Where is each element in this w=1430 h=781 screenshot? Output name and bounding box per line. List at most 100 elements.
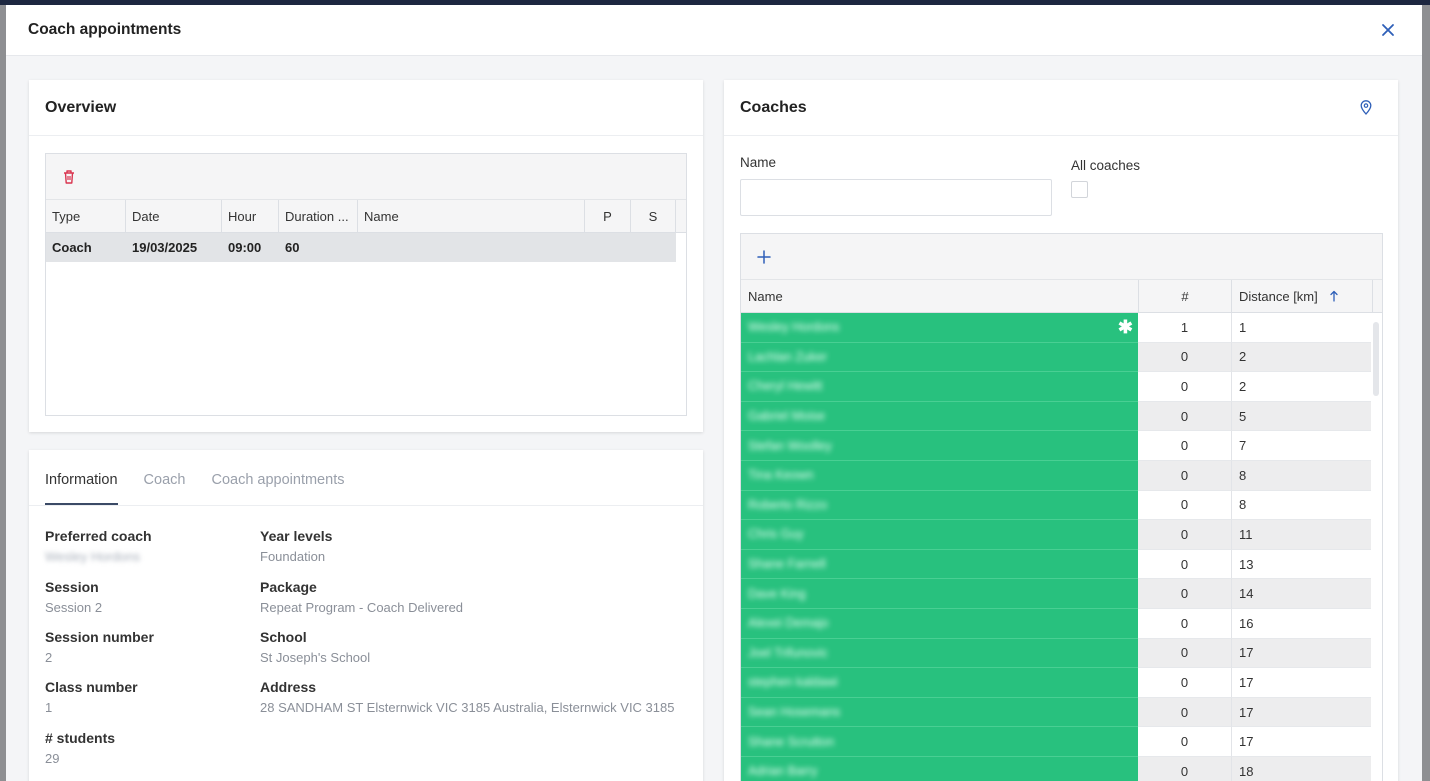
field-value: Session 2 xyxy=(45,600,103,615)
field-value: Repeat Program - Coach Delivered xyxy=(260,600,464,615)
tab-coach-appointments[interactable]: Coach appointments xyxy=(211,472,344,505)
close-icon[interactable] xyxy=(1376,18,1400,42)
table-row[interactable]: Gabriel Moise 0 5 xyxy=(741,401,1382,432)
cell-distance: 2 xyxy=(1232,342,1371,373)
column-header-distance[interactable]: Distance [km] xyxy=(1232,280,1373,312)
cell-coach-name: Adrian Barry xyxy=(741,756,1138,781)
overview-grid: Type Date Hour Duration ... Name P S Coa… xyxy=(45,153,687,416)
table-row[interactable]: Alexei Demajo 0 16 xyxy=(741,608,1382,639)
table-row[interactable]: Wesley Hordons ✱ 1 1 xyxy=(741,313,1382,343)
trash-icon[interactable] xyxy=(62,169,76,185)
field-preferred-coach: Preferred coach Wesley Hordons xyxy=(45,528,152,564)
cell-distance: 17 xyxy=(1232,697,1371,728)
column-header-name[interactable]: Name xyxy=(358,200,585,232)
coach-name: Adrian Barry xyxy=(748,764,818,779)
star-icon: ✱ xyxy=(1117,317,1133,337)
all-coaches-checkbox[interactable] xyxy=(1071,181,1088,198)
overview-toolbar xyxy=(46,154,686,200)
table-row[interactable]: Roberto Rizzo 0 8 xyxy=(741,490,1382,521)
field-session: Session Session 2 xyxy=(45,579,102,615)
cell-coach-name: Sean Hosemans xyxy=(741,697,1138,728)
sort-ascending-icon[interactable] xyxy=(1330,290,1338,302)
cell-distance: 16 xyxy=(1232,609,1371,639)
scrollbar-thumb[interactable] xyxy=(1373,322,1379,396)
cell-coach-name: Stefan Woolley xyxy=(741,431,1138,461)
field-label: Session number xyxy=(45,629,154,645)
table-row[interactable]: Shane Farnell 0 13 xyxy=(741,549,1382,580)
cell-count: 0 xyxy=(1138,608,1232,639)
cell-hour: 09:00 xyxy=(228,240,262,255)
cell-count: 0 xyxy=(1138,460,1232,491)
field-year-levels: Year levels Foundation xyxy=(260,528,332,564)
table-row[interactable]: Sean Hosemans 0 17 xyxy=(741,697,1382,728)
field-label: # students xyxy=(45,730,116,746)
table-row[interactable]: stephen kaldawi 0 17 xyxy=(741,668,1382,698)
column-header-p[interactable]: P xyxy=(585,200,631,232)
cell-distance: 14 xyxy=(1232,579,1371,609)
cell-count: 0 xyxy=(1138,549,1232,580)
cell-date: 19/03/2025 xyxy=(132,240,198,255)
column-header-duration[interactable]: Duration ... xyxy=(279,200,358,232)
name-filter-input[interactable] xyxy=(740,179,1052,216)
cell-count: 0 xyxy=(1138,342,1232,373)
table-row[interactable]: Stefan Woolley 0 7 xyxy=(741,431,1382,461)
tab-information[interactable]: Information xyxy=(45,472,118,505)
column-header-type[interactable]: Type xyxy=(46,200,126,232)
column-header-name[interactable]: Name xyxy=(741,280,1139,312)
coach-name: Wesley Hordons xyxy=(748,320,840,335)
cell-count: 0 xyxy=(1138,431,1232,461)
table-row[interactable]: Cheryl Hewitt 0 2 xyxy=(741,372,1382,402)
cell-coach-name: Shane Farnell xyxy=(741,549,1138,580)
column-header-hour[interactable]: Hour xyxy=(222,200,279,232)
coaches-rows: Wesley Hordons ✱ 1 1 Lachlan Zuker 0 2 Cheryl H… xyxy=(741,313,1382,781)
cell-count: 0 xyxy=(1138,727,1232,757)
cell-distance: 13 xyxy=(1232,550,1371,580)
table-row[interactable]: Adrian Barry 0 18 xyxy=(741,756,1382,781)
cell-coach-name: Roberto Rizzo xyxy=(741,490,1138,521)
cell-distance: 18 xyxy=(1232,756,1371,781)
cell-count: 0 xyxy=(1138,668,1232,698)
cell-count: 0 xyxy=(1138,638,1232,669)
field-label: Preferred coach xyxy=(45,528,152,544)
column-header-date[interactable]: Date xyxy=(126,200,222,232)
coaches-grid: Name # Distance [km] Wesley Hordons ✱ 1 1 La… xyxy=(740,233,1383,781)
field-label: Package xyxy=(260,579,317,595)
cell-distance: 17 xyxy=(1232,668,1371,698)
table-row[interactable]: Coach 19/03/2025 09:00 60 xyxy=(46,233,676,262)
map-pin-icon[interactable] xyxy=(1360,100,1372,115)
cell-coach-name: Tina Keown xyxy=(741,460,1138,491)
field-school: School St Joseph's School xyxy=(260,629,370,665)
coaches-card: Coaches Name All coaches Name # Distance… xyxy=(724,80,1398,781)
table-row[interactable]: Shane Scrutton 0 17 xyxy=(741,727,1382,757)
coaches-header: Coaches xyxy=(724,80,1398,136)
table-row[interactable]: Tina Keown 0 8 xyxy=(741,460,1382,491)
coaches-toolbar xyxy=(741,234,1382,280)
column-header-count[interactable]: # xyxy=(1139,280,1232,312)
cell-count: 0 xyxy=(1138,401,1232,432)
table-row[interactable]: Chris Guy 0 11 xyxy=(741,520,1382,550)
overview-header-row: Type Date Hour Duration ... Name P S xyxy=(46,200,686,233)
column-header-s[interactable]: S xyxy=(631,200,676,232)
field-value: 28 SANDHAM ST Elsternwick VIC 3185 Austr… xyxy=(260,700,675,715)
field-label: Session xyxy=(45,579,99,595)
coach-name: Shane Scrutton xyxy=(748,734,835,749)
add-icon[interactable] xyxy=(757,249,771,264)
coach-name: Shane Farnell xyxy=(748,557,826,572)
table-row[interactable]: Joel Trifunovic 0 17 xyxy=(741,638,1382,669)
coach-name: stephen kaldawi xyxy=(748,675,838,690)
coach-name: Dave King xyxy=(748,586,806,601)
info-tabs: Information Coach Coach appointments xyxy=(29,450,703,506)
field-class-number: Class number 1 xyxy=(45,679,138,715)
tab-coach[interactable]: Coach xyxy=(144,472,186,505)
cell-distance: 2 xyxy=(1232,372,1371,402)
overview-title: Overview xyxy=(45,98,117,116)
cell-distance: 17 xyxy=(1232,727,1371,757)
field-label: Class number xyxy=(45,679,138,695)
table-row[interactable]: Dave King 0 14 xyxy=(741,579,1382,609)
field-label: School xyxy=(260,629,307,645)
coach-name: Lachlan Zuker xyxy=(748,349,828,364)
cell-s xyxy=(631,233,676,262)
field-value: 29 xyxy=(45,751,60,766)
field-value: 1 xyxy=(45,700,53,715)
table-row[interactable]: Lachlan Zuker 0 2 xyxy=(741,342,1382,373)
